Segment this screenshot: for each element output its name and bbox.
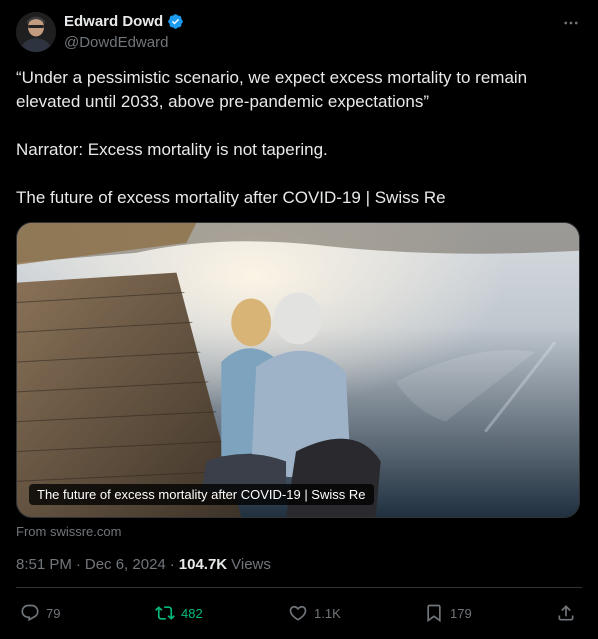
avatar[interactable]: [16, 12, 56, 52]
author-display-name[interactable]: Edward Dowd: [64, 13, 163, 30]
like-button[interactable]: 1.1K: [288, 603, 341, 623]
views-label: Views: [231, 556, 271, 573]
link-preview-caption: The future of excess mortality after COV…: [29, 484, 374, 505]
verified-badge-icon: [168, 14, 183, 29]
heart-icon: [289, 605, 307, 621]
link-preview-image: [17, 223, 579, 517]
share-button[interactable]: [556, 603, 576, 623]
repost-button[interactable]: 482: [155, 603, 203, 623]
meta-separator: ·: [75, 556, 81, 573]
divider: [16, 587, 582, 588]
tweet-paragraph-quote: “Under a pessimistic scenario, we expect…: [16, 68, 528, 111]
repost-icon: [155, 606, 175, 620]
like-count: 1.1K: [314, 605, 341, 621]
link-source[interactable]: From swissre.com: [16, 524, 121, 539]
reply-button[interactable]: 79: [20, 603, 60, 623]
more-options-button[interactable]: [560, 12, 582, 34]
reply-icon: [21, 604, 39, 622]
repost-count: 482: [181, 605, 203, 621]
bookmark-count: 179: [450, 605, 472, 621]
tweet-paragraph-link-title: The future of excess mortality after COV…: [16, 188, 446, 207]
reply-count: 79: [46, 605, 61, 621]
more-horizontal-icon: [564, 21, 578, 25]
tweet-date[interactable]: Dec 6, 2024: [85, 556, 166, 573]
views-count: 104.7K: [178, 556, 228, 573]
tweet-time[interactable]: 8:51 PM: [16, 556, 72, 573]
tweet-post: Edward Dowd @DowdEdward “Under a pessimi…: [0, 0, 598, 639]
bookmark-icon: [427, 604, 441, 623]
action-bar: 79 482 1.1K 179: [16, 603, 582, 627]
tweet-text: “Under a pessimistic scenario, we expect…: [16, 66, 582, 210]
meta-separator: ·: [169, 556, 175, 573]
link-preview-card[interactable]: The future of excess mortality after COV…: [16, 222, 580, 518]
tweet-meta: 8:51 PM · Dec 6, 2024 · 104.7K Views: [16, 556, 271, 573]
author-handle[interactable]: @DowdEdward: [64, 34, 168, 51]
share-icon: [558, 605, 574, 621]
bookmark-button[interactable]: 179: [424, 603, 472, 623]
tweet-paragraph-narrator: Narrator: Excess mortality is not taperi…: [16, 140, 328, 159]
